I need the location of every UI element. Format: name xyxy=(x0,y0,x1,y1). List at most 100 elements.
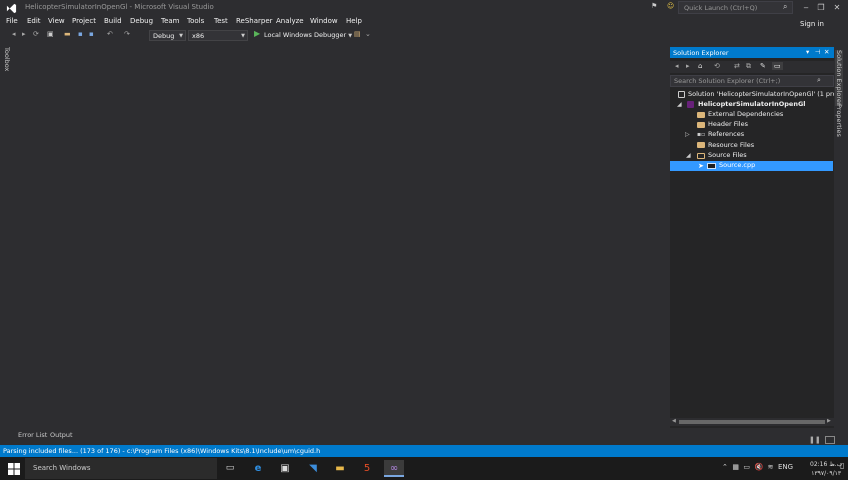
collapse-all-icon[interactable]: ⧉ xyxy=(746,62,751,71)
tab-output[interactable]: Output xyxy=(50,431,73,439)
auto-hide-pin-icon[interactable]: ⊣ xyxy=(815,48,821,56)
menu-build[interactable]: Build xyxy=(104,17,122,25)
notification-center-icon[interactable]: ▯ xyxy=(840,461,844,470)
battery-icon[interactable]: ▭ xyxy=(743,463,750,471)
start-debugging-button[interactable]: Local Windows Debugger ▼ xyxy=(264,31,352,39)
open-folder-icon xyxy=(697,153,705,159)
menu-edit[interactable]: Edit xyxy=(27,17,41,25)
collapse-arrow-icon[interactable]: ◢ xyxy=(677,101,682,108)
network-icon[interactable]: ▦ xyxy=(732,463,739,471)
start-debugging-icon[interactable]: ▶ xyxy=(254,29,260,38)
menu-bar xyxy=(0,17,848,29)
tree-item-references[interactable]: References xyxy=(708,130,744,138)
windows-start-icon[interactable] xyxy=(8,463,20,475)
wifi-icon[interactable]: ≋ xyxy=(768,463,774,471)
folder-icon xyxy=(697,122,705,128)
scroll-left-icon[interactable]: ◀ xyxy=(672,418,676,424)
side-tab-solution-explorer[interactable]: Solution Explorer xyxy=(835,50,843,106)
solution-explorer-search-input[interactable]: Search Solution Explorer (Ctrl+;) xyxy=(670,75,834,87)
task-view-icon[interactable]: ▭ xyxy=(220,460,240,477)
menu-project[interactable]: Project xyxy=(72,17,96,25)
undo-icon[interactable]: ↶ xyxy=(107,30,113,38)
close-panel-icon[interactable]: ✕ xyxy=(824,48,829,56)
visual-studio-logo-icon xyxy=(6,3,17,14)
toolbox-tab[interactable]: Toolbox xyxy=(3,47,11,71)
menu-window[interactable]: Window xyxy=(310,17,338,25)
html5-app-icon[interactable]: 5 xyxy=(357,460,377,477)
sync-icon[interactable]: ⇄ xyxy=(734,62,740,70)
feedback-smiley-icon[interactable]: ☺ xyxy=(667,2,674,10)
tree-item-header-files[interactable]: Header Files xyxy=(708,120,748,128)
forward-icon[interactable]: ▸ xyxy=(686,62,690,70)
tree-item-project[interactable]: HelicopterSimulatorInOpenGl xyxy=(698,100,806,108)
tree-item-solution[interactable]: Solution 'HelicopterSimulatorInOpenGl' (… xyxy=(688,90,848,98)
tree-item-external-dependencies[interactable]: External Dependencies xyxy=(708,110,783,118)
show-hidden-icons-icon[interactable]: ⌃ xyxy=(722,463,728,471)
menu-team[interactable]: Team xyxy=(161,17,180,25)
file-explorer-icon[interactable]: ▬ xyxy=(330,460,350,477)
scrollbar-thumb[interactable] xyxy=(679,420,825,424)
menu-tools[interactable]: Tools xyxy=(187,17,204,25)
clock-date: ۱۳۹۷/۰۹/۱۳ xyxy=(811,470,842,477)
taskbar-search-input[interactable]: Search Windows xyxy=(25,458,217,479)
window-position-icon[interactable]: ▾ xyxy=(806,48,809,56)
references-icon: ▪▫ xyxy=(697,131,706,138)
toolbar-overflow-icon[interactable]: ⌄ xyxy=(365,30,371,38)
edge-browser-icon[interactable]: e xyxy=(248,460,268,477)
tree-item-source-cpp[interactable]: Source.cpp xyxy=(719,161,755,169)
back-icon[interactable]: ◂ xyxy=(12,30,16,38)
overlay-box-icon xyxy=(825,436,835,444)
visual-studio-taskbar-icon[interactable]: ∞ xyxy=(384,460,404,477)
clock-time: 02:16 ب.ظ xyxy=(810,461,843,468)
save-all-icon[interactable]: ▪ xyxy=(89,30,94,38)
speaker-muted-icon[interactable]: 🔇 xyxy=(754,463,763,471)
solution-explorer-title: Solution Explorer xyxy=(673,49,729,57)
properties-wrench-icon[interactable]: ✎ xyxy=(760,62,766,70)
search-icon[interactable]: ⌕ xyxy=(783,2,787,12)
menu-test[interactable]: Test xyxy=(214,17,228,25)
scroll-right-icon[interactable]: ▶ xyxy=(827,418,831,424)
close-button[interactable]: ✕ xyxy=(829,1,845,15)
menu-debug[interactable]: Debug xyxy=(130,17,153,25)
menu-analyze[interactable]: Analyze xyxy=(276,17,304,25)
pending-changes-filter-icon[interactable]: ⟲ xyxy=(714,62,720,70)
preview-selected-icon[interactable]: ▭ xyxy=(772,62,783,70)
new-project-icon[interactable]: ▣ xyxy=(47,30,54,38)
history-icon[interactable]: ⟳ xyxy=(33,30,39,38)
menu-view[interactable]: View xyxy=(48,17,65,25)
forward-icon[interactable]: ▸ xyxy=(22,30,26,38)
back-icon[interactable]: ◂ xyxy=(675,62,679,70)
expand-arrow-icon[interactable]: ▷ xyxy=(685,131,690,138)
quick-launch-input[interactable]: Quick Launch (Ctrl+Q) xyxy=(678,1,793,14)
menu-resharper[interactable]: ReSharper xyxy=(236,17,273,25)
mouse-cursor-icon: ➤ xyxy=(698,162,704,170)
status-text: Parsing included files... (173 of 176) -… xyxy=(3,447,321,455)
tab-error-list[interactable]: Error List xyxy=(18,431,47,439)
taskbar-clock[interactable]: 02:16 ب.ظ ۱۳۹۷/۰۹/۱۳ xyxy=(810,460,842,478)
pause-overlay-icon: ❚❚ xyxy=(809,436,821,444)
tree-item-resource-files[interactable]: Resource Files xyxy=(708,141,754,149)
home-icon[interactable]: ⌂ xyxy=(698,62,702,70)
notifications-flag-icon[interactable]: ⚑ xyxy=(651,2,657,10)
editor-area xyxy=(14,44,669,428)
folder-icon xyxy=(697,112,705,118)
solution-icon xyxy=(678,91,685,98)
solution-platform-select[interactable]: x86 ▼ xyxy=(188,30,248,41)
find-in-files-icon[interactable]: ▤ xyxy=(354,30,361,38)
menu-file[interactable]: File xyxy=(6,17,18,25)
minimize-button[interactable]: ‒ xyxy=(798,1,814,15)
menu-help[interactable]: Help xyxy=(346,17,362,25)
sign-in-link[interactable]: Sign in xyxy=(800,20,824,28)
search-icon[interactable]: ⌕ xyxy=(817,76,821,85)
language-indicator[interactable]: ENG xyxy=(778,463,793,471)
side-tab-properties[interactable]: Properties xyxy=(835,104,843,137)
vscode-icon[interactable]: ◥ xyxy=(303,460,323,477)
tree-item-source-files[interactable]: Source Files xyxy=(708,151,747,159)
store-icon[interactable]: ▣ xyxy=(275,460,295,477)
restore-button[interactable]: ❐ xyxy=(813,1,829,15)
open-file-icon[interactable]: ▬ xyxy=(64,30,71,38)
save-icon[interactable]: ▪ xyxy=(78,30,83,38)
redo-icon[interactable]: ↷ xyxy=(124,30,130,38)
solution-configuration-select[interactable]: Debug ▼ xyxy=(149,30,186,41)
collapse-arrow-icon[interactable]: ◢ xyxy=(686,152,691,159)
